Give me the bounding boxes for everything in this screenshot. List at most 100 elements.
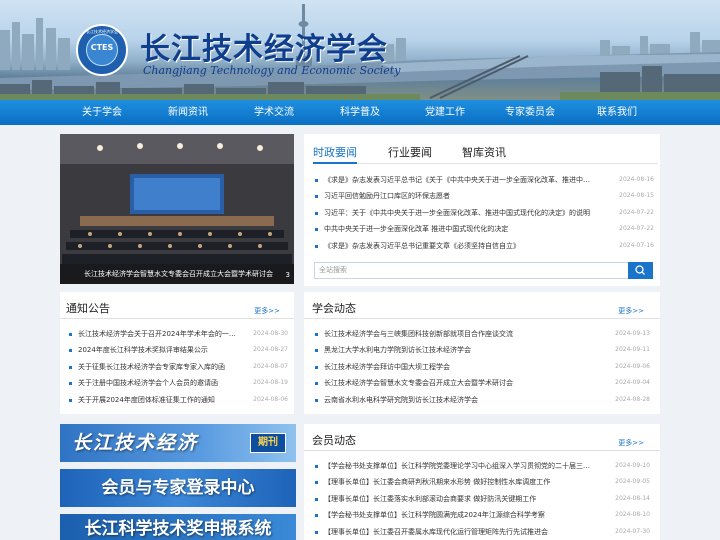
- list-item-title[interactable]: 【理事长单位】长江委会商研判秋汛期来水形势 做好控制性水库调度工作: [324, 474, 608, 490]
- list-item-title[interactable]: 习近平：关于《中共中央关于进一步全面深化改革、推进中国式现代化的决定》的说明: [324, 205, 612, 221]
- list-item-title[interactable]: 长江技术经济学会拜访中国大坝工程学会: [324, 359, 608, 375]
- list-item-title[interactable]: 《求是》杂志发表习近平总书记重要文章《必须坚持自信自立》: [324, 238, 612, 254]
- notices-title: 通知公告: [66, 302, 110, 315]
- list-item[interactable]: 《求是》杂志发表习近平总书记《关于《中共中央关于进一步全面深化改革、推进中… 20…: [312, 172, 654, 188]
- site-title: 长江技术经济学会: [140, 32, 388, 67]
- award-system-banner-title: 长江科学技术奖申报系统: [84, 519, 272, 539]
- society-news-card: 学会动态 更多>> 长江技术经济学会与三峡集团科技创新部就项目合作座谈交流 202…: [304, 292, 660, 414]
- list-item[interactable]: 【学会秘书处支撑单位】长江科学院党委理论学习中心组深入学习贯彻党的二十届三… 20…: [312, 458, 650, 474]
- bullet-icon: [69, 365, 72, 369]
- member-news-card: 会员动态 更多>> 【学会秘书处支撑单位】长江科学院党委理论学习中心组深入学习贯…: [304, 424, 660, 540]
- list-item[interactable]: 【理事长单位】长江委落实水利部滚动会商要求 做好防汛关键期工作 2024-08-1…: [312, 491, 650, 507]
- list-item-date: 2024-08-06: [253, 395, 288, 403]
- list-item-title[interactable]: 2024年度长江科学技术奖拟评审结果公示: [78, 342, 246, 358]
- member-news-more-link[interactable]: 更多>>: [618, 438, 644, 448]
- notices-divider: [60, 318, 294, 319]
- bullet-icon: [315, 497, 318, 501]
- award-system-banner[interactable]: 长江科学技术奖申报系统: [60, 514, 296, 540]
- journal-tag: 期刊: [250, 433, 286, 453]
- list-item[interactable]: 关于征集长江技术经济学会专家库专家入库的函 2024-08-07: [66, 359, 288, 375]
- list-item-title[interactable]: 关于注册中国技术经济学会个人会员的邀请函: [78, 375, 246, 391]
- list-item-title[interactable]: 习近平回信勉励丹江口库区的环保志愿者: [324, 188, 612, 204]
- list-item[interactable]: 关于注册中国技术经济学会个人会员的邀请函 2024-08-19: [66, 375, 288, 391]
- list-item-title[interactable]: 长江技术经济学会与三峡集团科技创新部就项目合作座谈交流: [324, 326, 608, 342]
- tab-thinktank[interactable]: 智库资讯: [462, 144, 506, 160]
- tab-industry[interactable]: 行业要闻: [388, 144, 432, 160]
- list-item[interactable]: 长江技术经济学会智慧水文专委会召开成立大会暨学术研讨会 2024-09-04: [312, 375, 650, 391]
- list-item-title[interactable]: 【学会秘书处支撑单位】长江科学院党委理论学习中心组深入学习贯彻党的二十届三…: [324, 458, 608, 474]
- notices-list: 长江技术经济学会关于召开2024年学术年会的一… 2024-08-30 2024年…: [66, 326, 288, 408]
- list-item-title[interactable]: 《求是》杂志发表习近平总书记《关于《中共中央关于进一步全面深化改革、推进中…: [324, 172, 612, 188]
- journal-banner[interactable]: 长江技术经济 期刊: [60, 424, 296, 462]
- list-item[interactable]: 中共中央关于进一步全面深化改革 推进中国式现代化的决定 2024-07-22: [312, 221, 654, 237]
- list-item-date: 2024-08-10: [615, 511, 650, 519]
- list-item[interactable]: 【理事长单位】长江委召开委属水库现代化运行管理矩阵先行先试推进会 2024-07-…: [312, 524, 650, 540]
- bullet-icon: [315, 244, 318, 248]
- nav-item-about[interactable]: 关于学会: [62, 100, 142, 125]
- nav-item-academic[interactable]: 学术交流: [234, 100, 314, 125]
- list-item[interactable]: 长江技术经济学会与三峡集团科技创新部就项目合作座谈交流 2024-09-13: [312, 326, 650, 342]
- list-item[interactable]: 【学会秘书处支撑单位】长江科学院圆满完成2024年江源综合科学考察 2024-08…: [312, 507, 650, 523]
- site-subtitle: Changjiang Technology and Economic Socie…: [143, 64, 401, 77]
- list-item-date: 2024-08-19: [253, 379, 288, 387]
- list-item[interactable]: 黑龙江大学水利电力学院到访长江技术经济学会 2024-09-11: [312, 342, 650, 358]
- list-item-date: 2024-09-06: [615, 362, 650, 370]
- search-button[interactable]: [628, 262, 653, 279]
- list-item[interactable]: 2024年度长江科学技术奖拟评审结果公示 2024-08-27: [66, 342, 288, 358]
- list-item-title[interactable]: 长江技术经济学会关于召开2024年学术年会的一…: [78, 326, 246, 342]
- society-news-list: 长江技术经济学会与三峡集团科技创新部就项目合作座谈交流 2024-09-13 黑龙…: [312, 326, 650, 408]
- list-item[interactable]: 长江技术经济学会关于召开2024年学术年会的一… 2024-08-30: [66, 326, 288, 342]
- list-item[interactable]: 《求是》杂志发表习近平总书记重要文章《必须坚持自信自立》 2024-07-16: [312, 238, 654, 254]
- nav-item-science[interactable]: 科学普及: [320, 100, 400, 125]
- bullet-icon: [69, 398, 72, 402]
- search-input[interactable]: 全站搜索: [314, 262, 630, 279]
- list-item[interactable]: 长江技术经济学会拜访中国大坝工程学会 2024-09-06: [312, 359, 650, 375]
- member-news-divider: [304, 450, 660, 451]
- nav-item-news[interactable]: 新闻资讯: [148, 100, 228, 125]
- notices-more-link[interactable]: 更多>>: [254, 306, 280, 316]
- bullet-icon: [315, 398, 318, 402]
- bullet-icon: [315, 211, 318, 215]
- member-news-list: 【学会秘书处支撑单位】长江科学院党委理论学习中心组深入学习贯彻党的二十届三… 20…: [312, 458, 650, 540]
- list-item-title[interactable]: 【理事长单位】长江委落实水利部滚动会商要求 做好防汛关键期工作: [324, 491, 608, 507]
- list-item[interactable]: 习近平回信勉励丹江口库区的环保志愿者 2024-08-15: [312, 188, 654, 204]
- bullet-icon: [315, 481, 318, 485]
- list-item-title[interactable]: 【学会秘书处支撑单位】长江科学院圆满完成2024年江源综合科学考察: [324, 507, 608, 523]
- nav-item-contact[interactable]: 联系我们: [577, 100, 657, 125]
- list-item-title[interactable]: 云南省水利水电科学研究院到访长江技术经济学会: [324, 392, 608, 408]
- nav-item-party[interactable]: 党建工作: [405, 100, 485, 125]
- logo-abbr: CTES: [90, 43, 114, 52]
- nav-item-experts[interactable]: 专家委员会: [490, 100, 570, 125]
- society-logo[interactable]: 长江技术经济学会 CTES: [76, 24, 128, 76]
- list-item-date: 2024-07-16: [619, 241, 654, 249]
- slideshow-index[interactable]: 3: [286, 271, 290, 279]
- list-item-title[interactable]: 关于开展2024年度团体标准征集工作的通知: [78, 392, 246, 408]
- bullet-icon: [315, 382, 318, 386]
- list-item-title[interactable]: 黑龙江大学水利电力学院到访长江技术经济学会: [324, 342, 608, 358]
- list-item-title[interactable]: 长江技术经济学会智慧水文专委会召开成立大会暨学术研讨会: [324, 375, 608, 391]
- bullet-icon: [315, 179, 318, 182]
- list-item-title[interactable]: 关于征集长江技术经济学会专家库专家入库的函: [78, 359, 246, 375]
- list-item-title[interactable]: 【理事长单位】长江委召开委属水库现代化运行管理矩阵先行先试推进会: [324, 524, 608, 540]
- conference-photo: [60, 134, 294, 284]
- list-item-title[interactable]: 中共中央关于进一步全面深化改革 推进中国式现代化的决定: [324, 221, 612, 237]
- list-item[interactable]: 关于开展2024年度团体标准征集工作的通知 2024-08-06: [66, 392, 288, 408]
- list-item-date: 2024-09-04: [615, 379, 650, 387]
- list-item[interactable]: 【理事长单位】长江委会商研判秋汛期来水形势 做好控制性水库调度工作 2024-09…: [312, 474, 650, 490]
- society-news-title: 学会动态: [312, 302, 356, 315]
- member-news-title: 会员动态: [312, 434, 356, 447]
- list-item-date: 2024-08-16: [619, 176, 654, 183]
- list-item[interactable]: 习近平：关于《中共中央关于进一步全面深化改革、推进中国式现代化的决定》的说明 20…: [312, 205, 654, 221]
- tab-politics[interactable]: 时政要闻: [313, 144, 357, 160]
- bullet-icon: [315, 465, 318, 468]
- list-item[interactable]: 云南省水利水电科学研究院到访长江技术经济学会 2024-08-28: [312, 392, 650, 408]
- list-item-date: 2024-07-22: [619, 225, 654, 233]
- slideshow-caption[interactable]: 长江技术经济学会智慧水文专委会召开成立大会暨学术研讨会: [60, 264, 294, 284]
- list-item-date: 2024-07-22: [619, 208, 654, 216]
- bullet-icon: [315, 195, 318, 199]
- news-slideshow[interactable]: 长江技术经济学会智慧水文专委会召开成立大会暨学术研讨会 3: [60, 134, 294, 284]
- list-item-date: 2024-09-05: [615, 478, 650, 486]
- member-login-banner[interactable]: 会员与专家登录中心: [60, 469, 296, 507]
- society-news-more-link[interactable]: 更多>>: [618, 306, 644, 316]
- bullet-icon: [315, 365, 318, 369]
